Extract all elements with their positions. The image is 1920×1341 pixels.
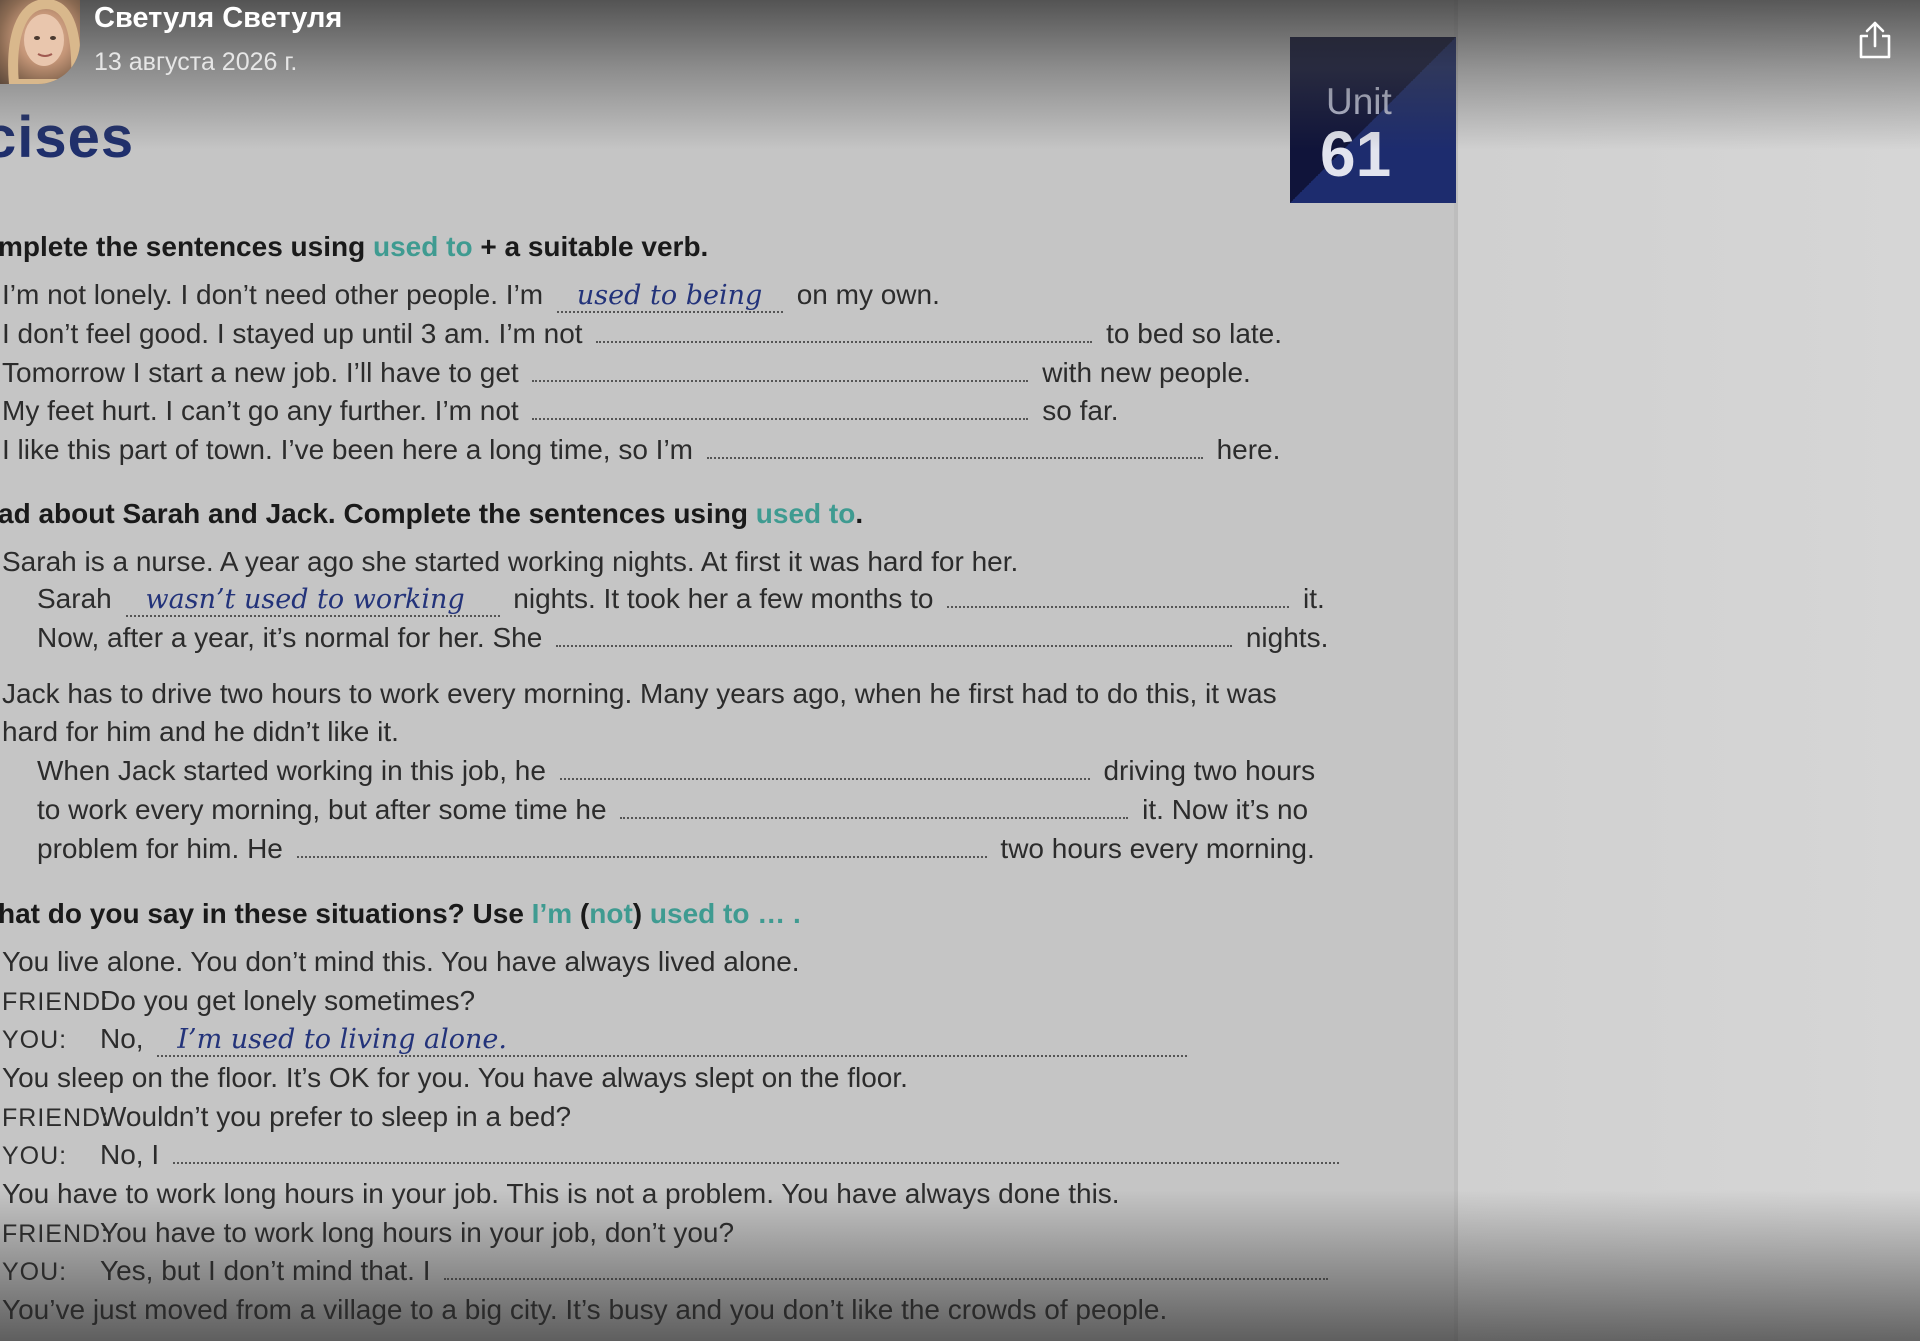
jack-intro-2: hard for him and he didn’t like it. bbox=[2, 716, 399, 747]
answer-blank[interactable] bbox=[296, 838, 987, 858]
exercise-1-line-1: I’m not lonely. I don’t need other peopl… bbox=[2, 279, 940, 313]
line-text: it. bbox=[1295, 583, 1325, 614]
line-text: problem for him. He bbox=[37, 833, 291, 864]
line-text: two hours every morning. bbox=[992, 833, 1315, 864]
friend-text: Wouldn’t you prefer to sleep in a bed? bbox=[100, 1101, 572, 1132]
line-text: on my own. bbox=[788, 279, 940, 310]
unit-badge: Unit 61 bbox=[1290, 37, 1456, 203]
line-text: driving two hours bbox=[1095, 755, 1316, 786]
situation-3-you: YOU: Yes, but I don’t mind that. I bbox=[2, 1255, 1334, 1287]
line-text: to bed so late. bbox=[1098, 318, 1283, 349]
answer-blank[interactable] bbox=[532, 362, 1029, 382]
line-text: When Jack started working in this job, h… bbox=[37, 755, 554, 786]
answer-blank[interactable] bbox=[172, 1144, 1339, 1164]
section-1-heading: mplete the sentences using used to + a s… bbox=[0, 231, 708, 263]
situation-3-intro: You have to work long hours in your job.… bbox=[2, 1178, 1120, 1209]
share-icon bbox=[1859, 21, 1891, 59]
section-3-heading-highlight: I’m bbox=[531, 898, 573, 929]
answer-blank[interactable] bbox=[556, 627, 1233, 647]
line-text: I like this part of town. I’ve been here… bbox=[2, 434, 701, 465]
answer-blank[interactable] bbox=[596, 323, 1093, 343]
avatar[interactable] bbox=[0, 0, 80, 84]
line-text: it. Now it’s no bbox=[1134, 794, 1309, 825]
author-name[interactable]: Светуля Светуля bbox=[94, 2, 342, 35]
line-text: My feet hurt. I can’t go any further. I’… bbox=[2, 395, 527, 426]
situation-2-intro: You sleep on the floor. It’s OK for you.… bbox=[2, 1062, 908, 1093]
section-3-heading-text: ) bbox=[632, 898, 650, 929]
exercise-1-line-2: I don’t feel good. I stayed up until 3 a… bbox=[2, 318, 1282, 350]
unit-number: 61 bbox=[1320, 118, 1392, 190]
line-text: with new people. bbox=[1034, 357, 1251, 388]
section-3-heading-highlight: not bbox=[589, 898, 633, 929]
section-3-heading: hat do you say in these situations? Use … bbox=[0, 898, 801, 930]
situation-1-friend: FRIEND:Do you get lonely sometimes? bbox=[2, 985, 475, 1017]
sarah-line-1: Sarah wasn’t used to working nights. It … bbox=[37, 583, 1325, 617]
line-text: nights. bbox=[1238, 622, 1329, 653]
page-margin-background bbox=[1456, 0, 1920, 1341]
section-3-heading-text: ( bbox=[572, 898, 590, 929]
exercises-heading: cises bbox=[0, 105, 135, 170]
section-2-heading-text: ad about Sarah and Jack. Complete the se… bbox=[0, 498, 756, 529]
section-2-heading-highlight: used to bbox=[755, 498, 856, 529]
line-text: Sarah bbox=[37, 583, 120, 614]
answer-blank[interactable] bbox=[947, 588, 1290, 608]
friend-label: FRIEND: bbox=[2, 1104, 109, 1132]
line-text: I’m not lonely. I don’t need other peopl… bbox=[2, 279, 551, 310]
jack-line-1: When Jack started working in this job, h… bbox=[37, 755, 1315, 787]
situation-1-you: YOU: No, I’m used to living alone. bbox=[2, 1023, 1193, 1057]
answer-blank[interactable] bbox=[559, 760, 1090, 780]
line-text: to work every morning, but after some ti… bbox=[37, 794, 615, 825]
post-date: 13 августа 2026 г. bbox=[94, 48, 298, 76]
line-text: Now, after a year, it’s normal for her. … bbox=[37, 622, 551, 653]
situation-1-intro: You live alone. You don’t mind this. You… bbox=[2, 946, 800, 977]
you-text: Yes, but I don’t mind that. I bbox=[100, 1255, 439, 1286]
situation-4-intro: You’ve just moved from a village to a bi… bbox=[2, 1294, 1168, 1325]
you-text: No, I bbox=[100, 1139, 167, 1170]
situation-2-you: YOU: No, I bbox=[2, 1139, 1345, 1171]
friend-label: FRIEND: bbox=[2, 1220, 109, 1248]
exercise-1-line-5: I like this part of town. I’ve been here… bbox=[2, 434, 1280, 466]
friend-text: You have to work long hours in your job,… bbox=[100, 1217, 735, 1248]
you-text: No, bbox=[100, 1023, 152, 1054]
answer-blank[interactable] bbox=[444, 1260, 1329, 1280]
you-label: YOU: bbox=[2, 1026, 68, 1054]
share-button[interactable] bbox=[1856, 20, 1894, 60]
line-text: I don’t feel good. I stayed up until 3 a… bbox=[2, 318, 591, 349]
you-label: YOU: bbox=[2, 1142, 68, 1170]
jack-line-2: to work every morning, but after some ti… bbox=[37, 794, 1308, 826]
exercise-1-line-3: Tomorrow I start a new job. I’ll have to… bbox=[2, 357, 1251, 389]
handwritten-answer: I’m used to living alone. bbox=[157, 1025, 1188, 1057]
exercise-1-line-4: My feet hurt. I can’t go any further. I’… bbox=[2, 395, 1119, 427]
section-2-heading: ad about Sarah and Jack. Complete the se… bbox=[0, 498, 863, 530]
section-1-heading-text: mplete the sentences using bbox=[0, 231, 373, 262]
situation-3-friend: FRIEND:You have to work long hours in yo… bbox=[2, 1217, 734, 1249]
section-1-heading-highlight: used to bbox=[373, 231, 473, 262]
friend-label: FRIEND: bbox=[2, 988, 109, 1016]
sarah-line-2: Now, after a year, it’s normal for her. … bbox=[37, 622, 1328, 654]
line-text: Tomorrow I start a new job. I’ll have to… bbox=[2, 357, 527, 388]
handwritten-answer: wasn’t used to working bbox=[125, 585, 500, 617]
avatar-image bbox=[8, 0, 80, 84]
answer-blank[interactable] bbox=[532, 400, 1029, 420]
line-text: here. bbox=[1208, 434, 1281, 465]
friend-text: Do you get lonely sometimes? bbox=[100, 985, 476, 1016]
section-1-heading-text-end: + a suitable verb. bbox=[472, 231, 709, 262]
photo-viewer: Unit 61 cises mplete the sentences using… bbox=[0, 0, 1920, 1341]
line-text: nights. It took her a few months to bbox=[505, 583, 942, 614]
answer-blank[interactable] bbox=[706, 439, 1203, 459]
situation-2-friend: FRIEND:Wouldn’t you prefer to sleep in a… bbox=[2, 1101, 571, 1133]
section-3-heading-text: hat do you say in these situations? Use bbox=[0, 898, 532, 929]
line-text: so far. bbox=[1034, 395, 1119, 426]
jack-intro-1: Jack has to drive two hours to work ever… bbox=[2, 678, 1277, 709]
section-3-heading-highlight: used to … . bbox=[649, 898, 801, 929]
section-2-heading-text-end: . bbox=[855, 498, 864, 529]
sarah-intro: Sarah is a nurse. A year ago she started… bbox=[2, 546, 1019, 577]
you-label: YOU: bbox=[2, 1258, 68, 1286]
jack-line-3: problem for him. He two hours every morn… bbox=[37, 833, 1315, 865]
handwritten-answer: used to being bbox=[556, 281, 783, 313]
answer-blank[interactable] bbox=[620, 799, 1129, 819]
